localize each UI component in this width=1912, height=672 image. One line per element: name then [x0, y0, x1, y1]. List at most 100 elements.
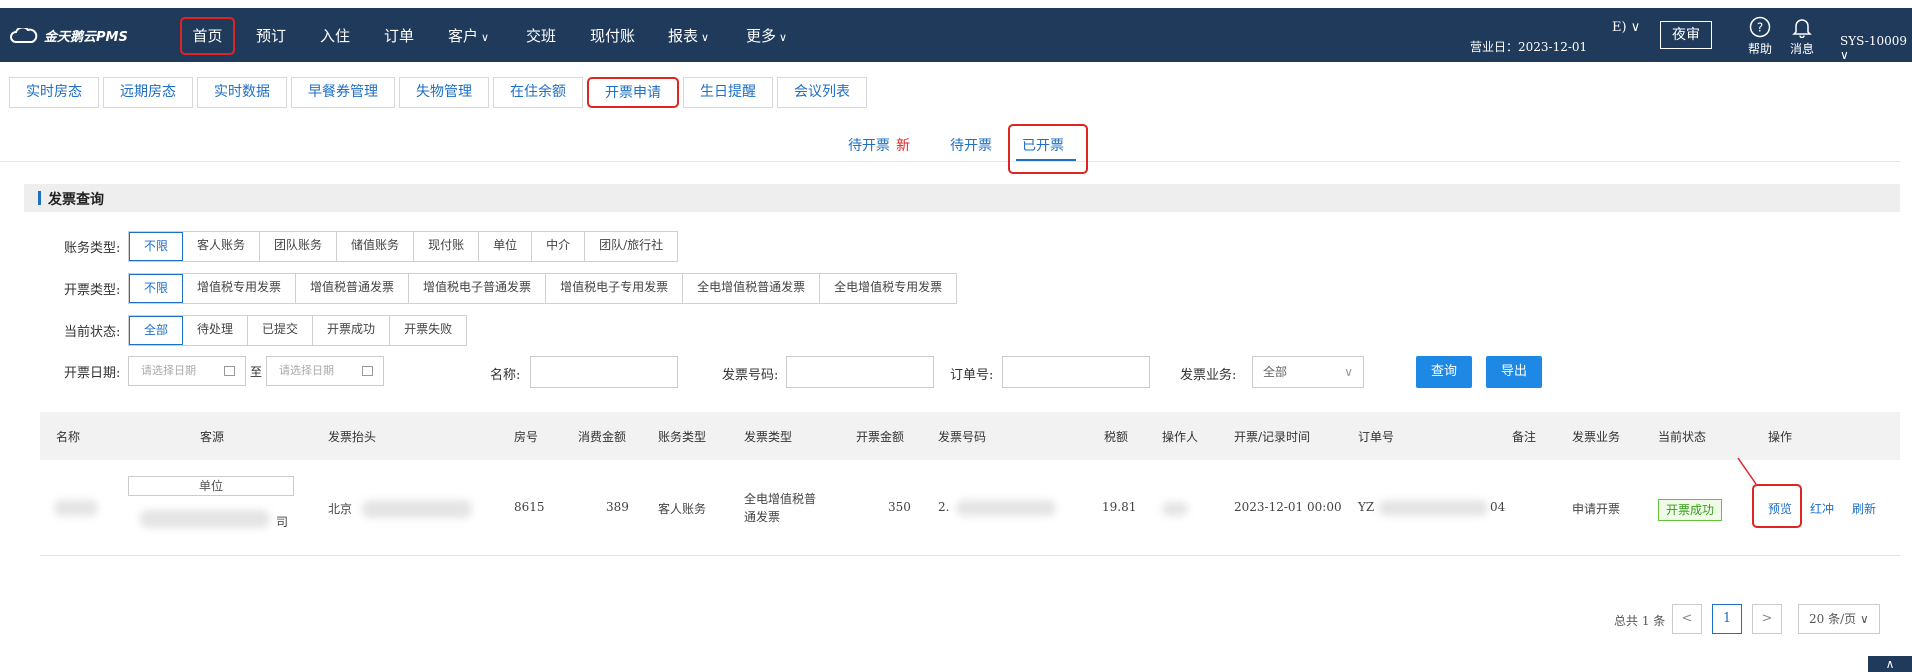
app-logo[interactable]: 金天鹅云PMS — [10, 26, 128, 45]
user-menu[interactable]: SYS-10009 ∨ — [1840, 34, 1912, 62]
nav-shift[interactable]: 交班 — [526, 24, 556, 48]
order-number-label: 订单号: — [950, 368, 994, 383]
col-remark: 备注 — [1512, 430, 1537, 444]
export-button[interactable]: 导出 — [1486, 356, 1542, 388]
invoice-type-option[interactable]: 增值税专用发票 — [183, 274, 297, 303]
svg-text:?: ? — [1757, 21, 1763, 35]
current-state-option[interactable]: 已提交 — [248, 316, 314, 345]
tab-birthday-reminder[interactable]: 生日提醒 — [683, 77, 773, 108]
help-button[interactable]: ? 帮助 — [1740, 16, 1780, 57]
invoice-type-option[interactable]: 全电增值税普通发票 — [683, 274, 821, 303]
tab-in-house-balance[interactable]: 在住余额 — [493, 77, 583, 108]
account-type-option[interactable]: 储值账务 — [337, 232, 415, 261]
current-state-option[interactable]: 开票成功 — [313, 316, 391, 345]
refresh-link[interactable]: 刷新 — [1852, 500, 1876, 517]
col-room: 房号 — [514, 430, 539, 444]
night-audit-button[interactable]: 夜审 — [1660, 21, 1712, 49]
chevron-down-icon: ∨ — [481, 31, 490, 44]
date-label: 开票日期: — [64, 365, 121, 381]
account-type-option[interactable]: 中介 — [532, 232, 586, 261]
col-account-type: 账务类型 — [658, 430, 707, 444]
page-number[interactable]: 1 — [1712, 604, 1742, 634]
nav-orders[interactable]: 订单 — [384, 24, 414, 48]
preview-highlight — [1752, 484, 1802, 528]
col-invoice-amount: 开票金额 — [856, 430, 905, 444]
scroll-top-button[interactable]: ∧ — [1868, 656, 1912, 672]
end-date-input[interactable]: 请选择日期 — [266, 356, 385, 386]
invoice-number-input[interactable] — [786, 356, 934, 388]
invoice-business-select[interactable]: 全部 ∨ — [1252, 356, 1364, 388]
nav-customers[interactable]: 客户 ∨ — [448, 24, 489, 48]
col-source: 客源 — [200, 430, 225, 444]
invoice-type-label: 开票类型: — [64, 283, 121, 298]
status-badge: 开票成功 — [1658, 499, 1723, 521]
red-reverse-link[interactable]: 红冲 — [1810, 500, 1834, 517]
redacted-operator — [1162, 502, 1188, 516]
nav-checkin[interactable]: 入住 — [320, 24, 350, 48]
nav-cash-account[interactable]: 现付账 — [590, 24, 635, 48]
messages-label: 消息 — [1789, 42, 1814, 56]
calendar-icon — [362, 366, 374, 376]
chevron-down-icon: ∨ — [701, 31, 710, 44]
table-row: 单位 司 北京 8615 389 客人账务 全电增值税普通发票 350 2. 1… — [40, 460, 1900, 556]
help-label: 帮助 — [1747, 42, 1772, 56]
invoice-number-cell: 2. — [938, 500, 950, 514]
account-type-option[interactable]: 团队账务 — [260, 232, 338, 261]
current-state-option[interactable]: 全部 — [129, 316, 184, 345]
invoice-business-cell: 申请开票 — [1572, 502, 1621, 516]
prev-page-button[interactable]: < — [1672, 604, 1702, 634]
calendar-icon — [224, 366, 235, 376]
nav-more[interactable]: 更多 ∨ — [746, 24, 787, 48]
tab-invoice-request[interactable]: 开票申请 — [587, 77, 679, 108]
help-circle-icon: ? — [1749, 16, 1771, 38]
source-name: 司 — [276, 515, 289, 529]
invoice-type-option[interactable]: 增值税普通发票 — [296, 274, 410, 303]
account-type-option[interactable]: 不限 — [129, 232, 184, 261]
logo-text: 金天鹅云PMS — [44, 30, 128, 45]
col-operator: 操作人 — [1162, 430, 1199, 444]
account-type-option[interactable]: 单位 — [479, 232, 533, 261]
tab-pending-new[interactable]: 待开票新 — [848, 135, 910, 155]
bell-icon — [1792, 19, 1812, 38]
col-invoice-type: 发票类型 — [744, 430, 793, 444]
messages-button[interactable]: 消息 — [1782, 16, 1822, 57]
tab-lost-found[interactable]: 失物管理 — [399, 77, 489, 108]
current-state-options: 全部 待处理 已提交 开票成功 开票失败 — [128, 315, 468, 346]
start-date-input[interactable]: 请选择日期 — [128, 356, 246, 386]
invoice-type-option[interactable]: 增值税电子普通发票 — [409, 274, 547, 303]
top-navigation-bar: 金天鹅云PMS 首页 预订 入住 订单 客户 ∨ 交班 现付账 报表 ∨ 更多 ∨ 营… — [0, 8, 1912, 62]
nav-home[interactable]: 首页 — [180, 17, 235, 55]
tab-realtime-data[interactable]: 实时数据 — [197, 77, 287, 108]
page-size-select[interactable]: 20 条/页 ∨ — [1798, 604, 1880, 634]
col-invoice-business: 发票业务 — [1572, 430, 1621, 444]
next-page-button[interactable]: > — [1752, 604, 1782, 634]
invoice-type-option[interactable]: 增值税电子专用发票 — [546, 274, 684, 303]
mode-selector[interactable]: E) ∨ — [1612, 20, 1640, 35]
invoice-type-option[interactable]: 全电增值税专用发票 — [820, 274, 957, 303]
account-type-option[interactable]: 客人账务 — [183, 232, 261, 261]
chevron-up-icon: ∧ — [1885, 657, 1895, 671]
tab-meeting-list[interactable]: 会议列表 — [777, 77, 867, 108]
tab-breakfast-voucher[interactable]: 早餐券管理 — [291, 77, 395, 108]
account-type-option[interactable]: 团队/旅行社 — [585, 232, 678, 261]
table-header: 名称 客源 发票抬头 房号 消费金额 账务类型 发票类型 开票金额 发票号码 税… — [40, 412, 1900, 460]
tab-pending[interactable]: 待开票 — [950, 135, 992, 155]
redacted-order-number — [1378, 500, 1488, 516]
invoice-type-options: 不限 增值税专用发票 增值税普通发票 增值税电子普通发票 增值税电子专用发票 全… — [128, 273, 958, 304]
date-filter: 开票日期: 请选择日期 至 请选择日期 — [64, 356, 385, 386]
tab-realtime-room-status[interactable]: 实时房态 — [9, 77, 99, 108]
nav-reservation[interactable]: 预订 — [256, 24, 286, 48]
tab-future-room-status[interactable]: 远期房态 — [103, 77, 193, 108]
current-state-option[interactable]: 待处理 — [183, 316, 249, 345]
name-input[interactable] — [530, 356, 678, 388]
order-number-input[interactable] — [1002, 356, 1150, 388]
account-type-option[interactable]: 现付账 — [414, 232, 480, 261]
current-state-label: 当前状态: — [64, 325, 121, 340]
invoice-type-option[interactable]: 不限 — [129, 274, 184, 303]
nav-reports[interactable]: 报表 ∨ — [668, 24, 709, 48]
query-button[interactable]: 查询 — [1416, 356, 1472, 388]
current-state-option[interactable]: 开票失败 — [390, 316, 467, 345]
time-cell: 2023-12-01 00:00 — [1234, 500, 1342, 514]
account-type-options: 不限 客人账务 团队账务 储值账务 现付账 单位 中介 团队/旅行社 — [128, 231, 679, 262]
date-range-separator: 至 — [250, 364, 263, 379]
